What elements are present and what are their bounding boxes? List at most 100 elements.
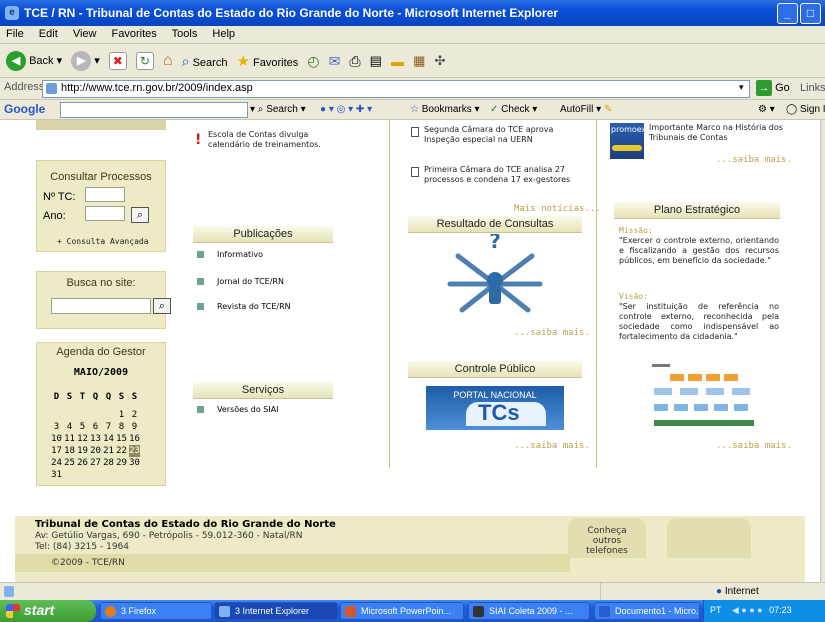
calendar-day[interactable]: [64, 409, 75, 421]
task-siai[interactable]: SIAI Coleta 2009 - ...: [468, 602, 590, 620]
marco-saiba-mais[interactable]: ...saiba mais.: [716, 155, 792, 165]
publicacao-item[interactable]: Revista do TCE/RN: [197, 302, 291, 311]
portal-tcs-banner[interactable]: PORTAL NACIONAL TCs: [426, 386, 564, 430]
folder-icon[interactable]: ▬: [391, 54, 404, 69]
forward-button[interactable]: ▶ ▾: [71, 51, 100, 71]
calendar-day[interactable]: 28: [103, 457, 114, 469]
consultar-search-button[interactable]: ⌕: [131, 207, 149, 223]
home-icon[interactable]: ⌂: [163, 52, 173, 70]
minimize-button[interactable]: _: [777, 3, 798, 24]
menu-file[interactable]: File: [6, 28, 24, 40]
calendar-day[interactable]: [103, 409, 114, 421]
escola-news[interactable]: Escola de Contas divulga calendário de t…: [208, 130, 348, 150]
calendar-day[interactable]: 2: [129, 409, 140, 421]
calendar-day[interactable]: 22: [116, 445, 127, 457]
menu-favorites[interactable]: Favorites: [112, 28, 157, 40]
calendar-day[interactable]: 6: [90, 421, 101, 433]
calendar-day[interactable]: 24: [51, 457, 62, 469]
task-firefox[interactable]: 3 Firefox: [100, 602, 212, 620]
history-icon[interactable]: ◴: [307, 53, 319, 70]
calendar-day[interactable]: [77, 409, 88, 421]
messenger-icon[interactable]: ✣: [434, 53, 445, 69]
site-search-button[interactable]: ⌕: [153, 298, 171, 314]
calendar-day[interactable]: 21: [103, 445, 114, 457]
spellcheck-button[interactable]: ✓ Check ▾: [490, 104, 537, 115]
calendar-day[interactable]: 29: [116, 457, 127, 469]
plano-saiba-mais[interactable]: ...saiba mais.: [716, 441, 792, 451]
calendar-day[interactable]: [51, 409, 62, 421]
calendar-day[interactable]: 8: [116, 421, 127, 433]
language-indicator[interactable]: PT: [710, 605, 721, 615]
marco-news[interactable]: Importante Marco na História dos Tribuna…: [649, 123, 789, 143]
publicacao-item[interactable]: Jornal do TCE/RN: [197, 277, 284, 286]
calendar-day[interactable]: [90, 469, 101, 481]
calendar-day[interactable]: 14: [103, 433, 114, 445]
print-icon[interactable]: ⎙: [349, 53, 360, 70]
task-internet-explorer[interactable]: 3 Internet Explorer: [214, 602, 338, 620]
google-search-input[interactable]: [60, 102, 248, 118]
footer-tab[interactable]: [667, 518, 751, 558]
calendar-day[interactable]: 3: [51, 421, 62, 433]
resultado-saiba-mais[interactable]: ...saiba mais.: [514, 328, 590, 338]
calendar-day[interactable]: [90, 409, 101, 421]
settings-icon[interactable]: ⚙ ▾: [758, 104, 775, 115]
calendar-day[interactable]: 11: [64, 433, 75, 445]
menu-help[interactable]: Help: [212, 28, 235, 40]
calendar-day[interactable]: [116, 469, 127, 481]
window-titlebar[interactable]: e TCE / RN - Tribunal de Contas do Estad…: [0, 0, 825, 26]
promoex-logo[interactable]: promoex: [610, 123, 646, 159]
tray-icons[interactable]: ◀ ● ● ●: [732, 605, 763, 615]
calendar-day[interactable]: 5: [77, 421, 88, 433]
calendar-day[interactable]: 13: [90, 433, 101, 445]
publicacao-item[interactable]: Informativo: [197, 250, 263, 259]
calendar-day[interactable]: 16: [129, 433, 140, 445]
site-search-input[interactable]: [51, 298, 151, 314]
stop-icon[interactable]: ✖: [108, 52, 127, 70]
servico-item[interactable]: Versões do SIAI: [197, 405, 279, 414]
menu-tools[interactable]: Tools: [172, 28, 198, 40]
calendar-day[interactable]: 31: [51, 469, 62, 481]
calendar-day[interactable]: 17: [51, 445, 62, 457]
consultas-arrows-image[interactable]: ?: [440, 234, 550, 314]
research-icon[interactable]: ▦: [413, 53, 425, 69]
calendar-day[interactable]: 7: [103, 421, 114, 433]
conheca-telefones-tab[interactable]: Conheça outros telefones: [568, 518, 646, 558]
calendar-day[interactable]: [77, 469, 88, 481]
bookmarks-button[interactable]: ☆ Bookmarks ▾: [410, 104, 480, 115]
links-label[interactable]: Links: [800, 82, 825, 94]
task-word[interactable]: Documento1 - Micro...: [594, 602, 700, 620]
consulta-avancada-link[interactable]: + Consulta Avançada: [57, 237, 149, 246]
calendar-day[interactable]: 27: [90, 457, 101, 469]
calendar-day[interactable]: 1: [116, 409, 127, 421]
ano-input[interactable]: [85, 206, 125, 221]
google-tools-icons[interactable]: ● ▾ ◎ ▾ ✚ ▾: [320, 104, 372, 115]
calendar-day[interactable]: 10: [51, 433, 62, 445]
task-powerpoint[interactable]: Microsoft PowerPoin...: [340, 602, 464, 620]
news-item[interactable]: Segunda Câmara do TCE aprova Inspeção es…: [424, 125, 574, 145]
address-dropdown-icon[interactable]: ▾: [739, 82, 744, 93]
back-button[interactable]: ◀ Back ▾: [6, 51, 62, 71]
news-item[interactable]: Primeira Câmara do TCE analisa 27 proces…: [424, 165, 574, 185]
menu-view[interactable]: View: [73, 28, 97, 40]
address-input[interactable]: http://www.tce.rn.gov.br/2009/index.asp: [42, 80, 750, 98]
mail-icon[interactable]: ✉: [329, 53, 341, 70]
calendar-day[interactable]: [129, 469, 140, 481]
calendar-day[interactable]: 30: [129, 457, 140, 469]
start-button[interactable]: start: [0, 600, 96, 622]
plano-estrategico-diagram[interactable]: [650, 360, 760, 432]
search-button[interactable]: ⌕ Search: [182, 53, 228, 70]
calendar-day[interactable]: 15: [116, 433, 127, 445]
signin-link[interactable]: ◯ Sign In: [786, 104, 825, 115]
calendar-day[interactable]: 18: [64, 445, 75, 457]
calendar-day[interactable]: [64, 469, 75, 481]
menu-edit[interactable]: Edit: [39, 28, 58, 40]
calendar-day[interactable]: 4: [64, 421, 75, 433]
refresh-icon[interactable]: ↻: [135, 52, 154, 70]
google-search-button[interactable]: ▾ ⌕ Search ▾: [250, 104, 306, 115]
edit-icon[interactable]: ▤: [370, 53, 382, 69]
calendar-day[interactable]: 25: [64, 457, 75, 469]
calendar-day[interactable]: [103, 469, 114, 481]
tc-input[interactable]: [85, 187, 125, 202]
maximize-button[interactable]: □: [800, 3, 821, 24]
favorites-button[interactable]: ★ Favorites: [237, 52, 299, 70]
